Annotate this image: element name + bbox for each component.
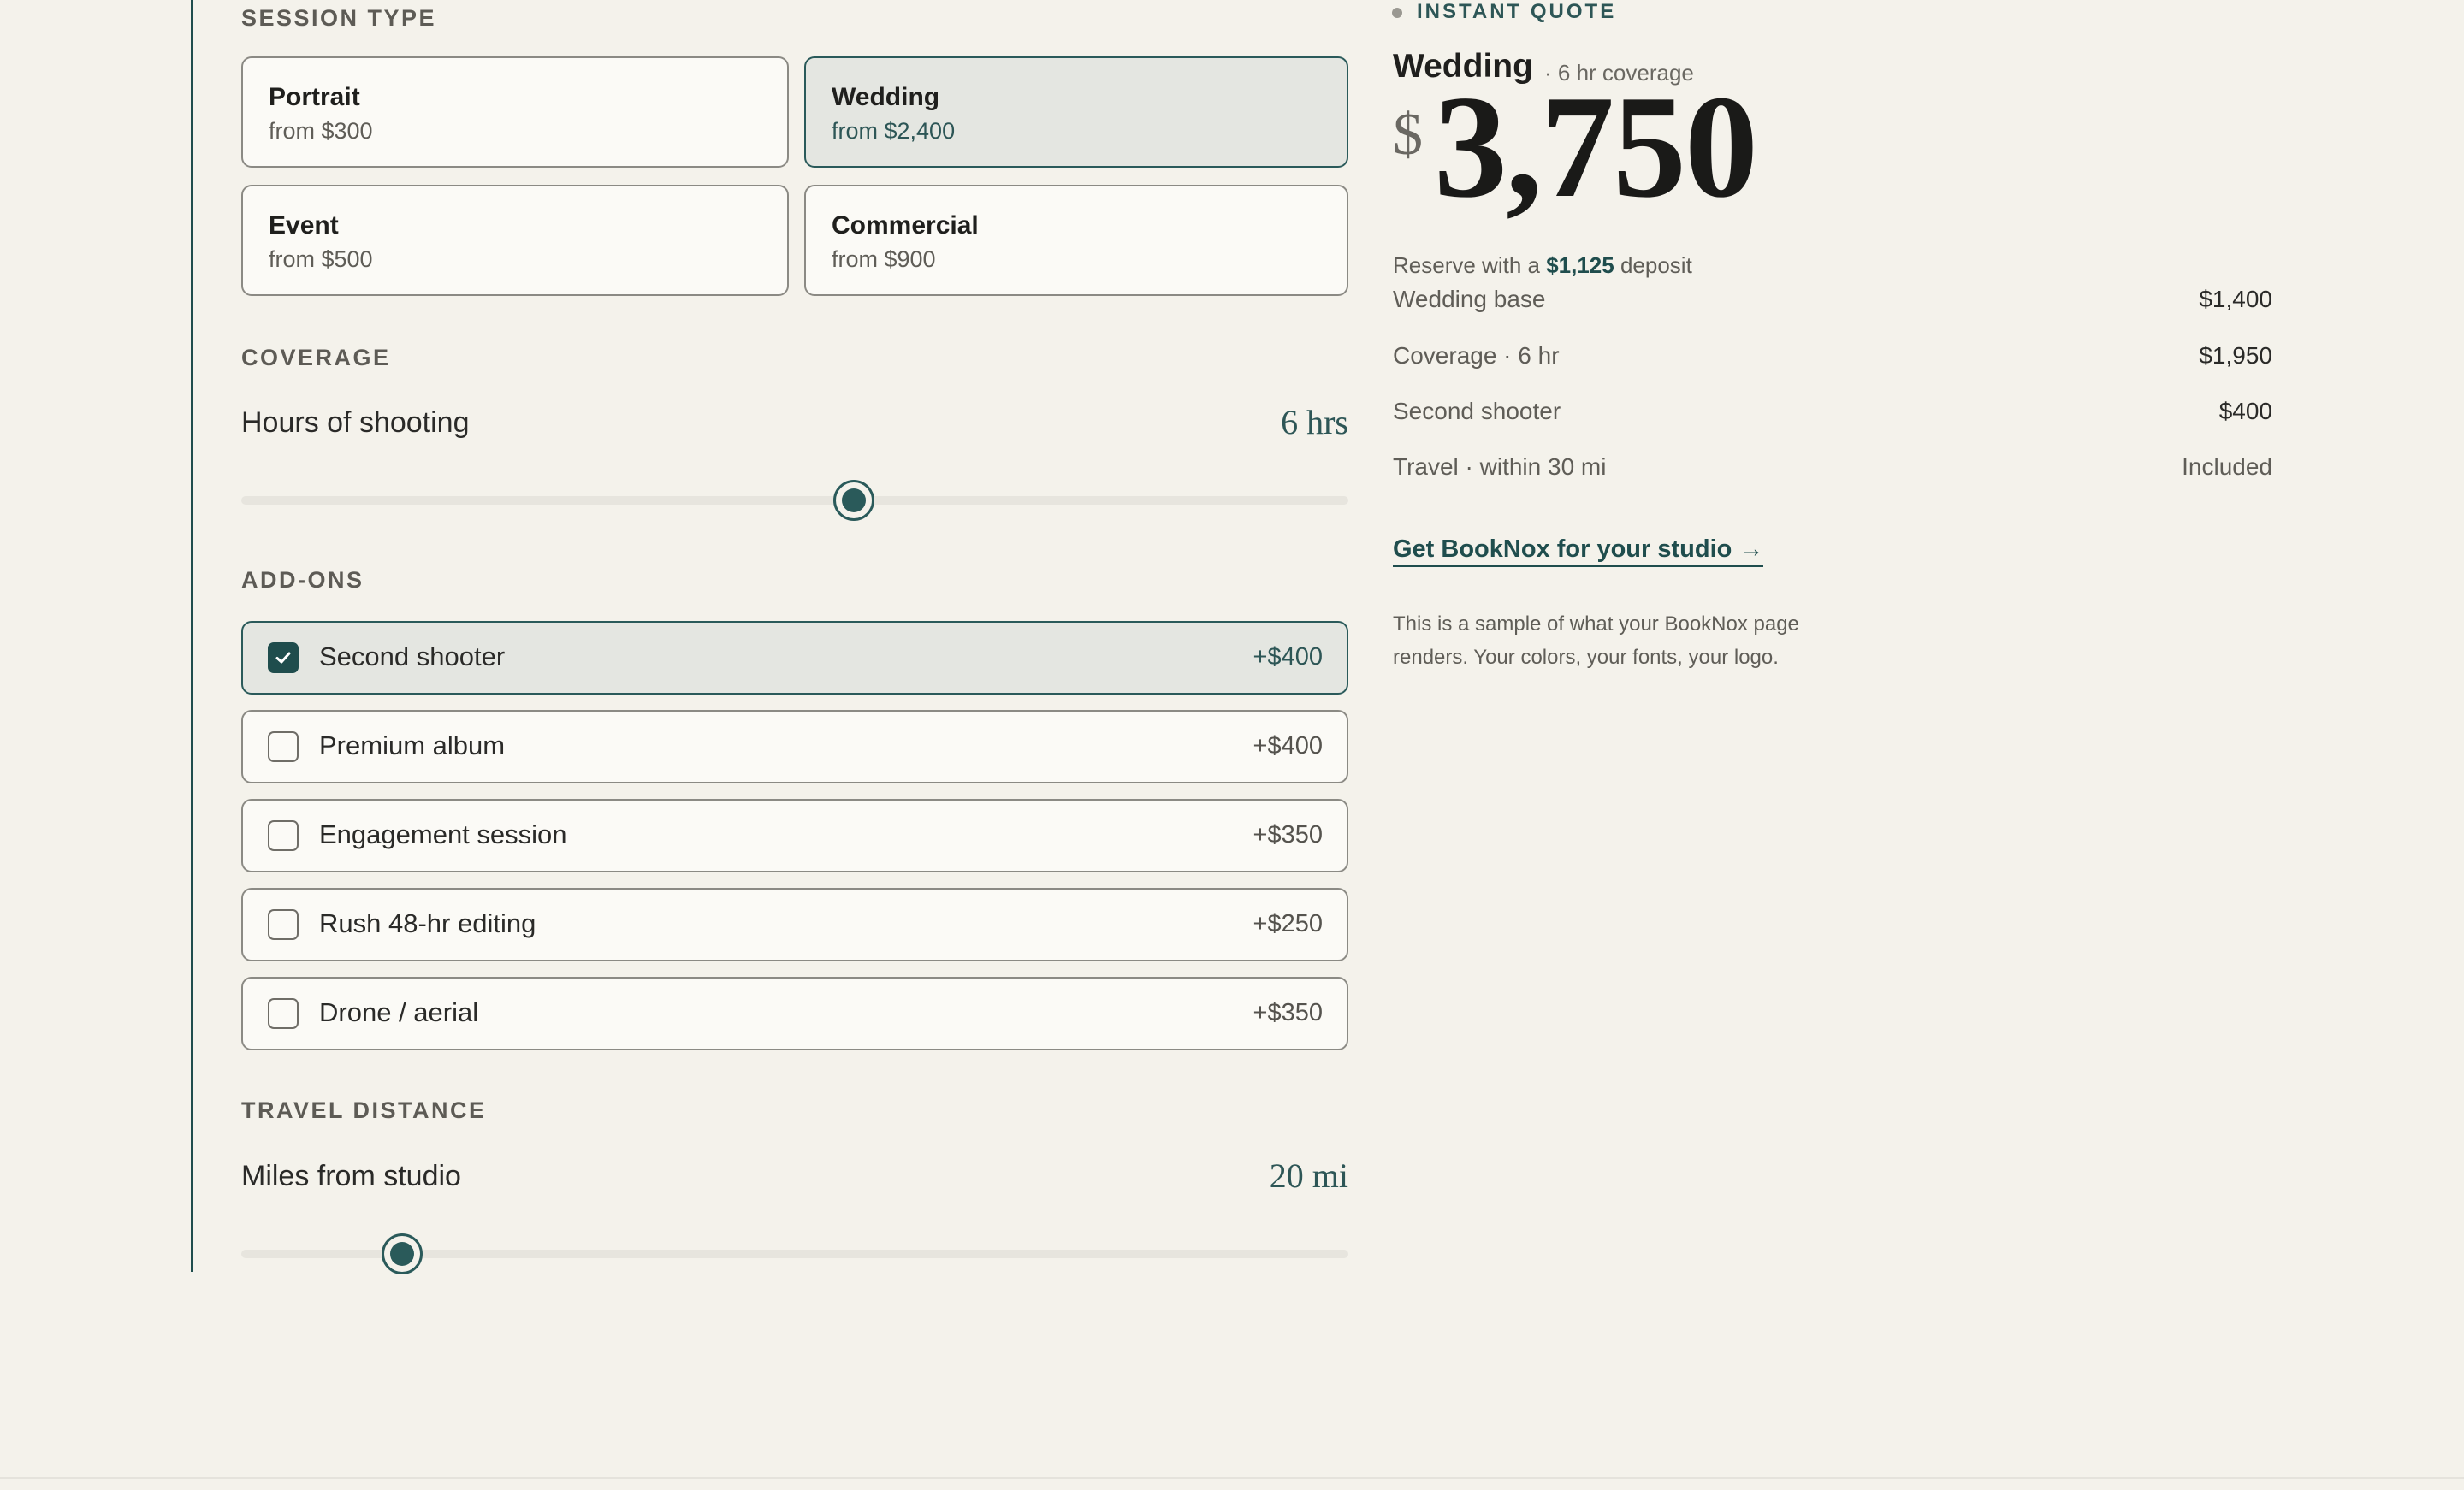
- line-item-label: Travel · within 30 mi: [1393, 453, 1607, 480]
- dot-icon: [1392, 8, 1402, 18]
- addon-checkbox[interactable]: [268, 820, 299, 851]
- session-option-price: from $900: [832, 246, 936, 272]
- line-item-value: $1,400: [2199, 286, 2272, 312]
- addon-name: Second shooter: [319, 642, 506, 671]
- addon-checkbox[interactable]: [268, 731, 299, 762]
- addon-checkbox[interactable]: [268, 642, 299, 673]
- addon-name: Rush 48-hr editing: [319, 908, 536, 938]
- travel-value: 20 mi: [1269, 1156, 1348, 1195]
- session-option-price: from $2,400: [832, 118, 956, 144]
- session-option-portrait[interactable]: Portrait from $300: [241, 56, 789, 168]
- addon-checkbox[interactable]: [268, 998, 299, 1029]
- line-item-label: Wedding base: [1393, 286, 1546, 312]
- coverage-heading: COVERAGE: [241, 345, 391, 370]
- quote-currency: $: [1393, 102, 1423, 168]
- session-option-title: Portrait: [269, 83, 360, 111]
- addon-checkbox[interactable]: [268, 909, 299, 940]
- session-option-event[interactable]: Event from $500: [241, 185, 789, 296]
- session-option-wedding[interactable]: Wedding from $2,400: [804, 56, 1348, 168]
- coverage-slider-track[interactable]: [241, 480, 1348, 521]
- session-option-title: Wedding: [832, 83, 940, 111]
- addon-price: +$400: [1253, 732, 1323, 760]
- line-item-label: Second shooter: [1393, 398, 1561, 424]
- line-item-value: $1,950: [2199, 342, 2272, 369]
- session-option-price: from $500: [269, 246, 373, 272]
- addon-second-shooter[interactable]: Second shooter +$400: [241, 621, 1348, 695]
- line-item-label: Coverage · 6 hr: [1393, 342, 1560, 369]
- addon-name: Drone / aerial: [319, 997, 479, 1027]
- session-option-commercial[interactable]: Commercial from $900: [804, 185, 1348, 296]
- addon-drone-aerial[interactable]: Drone / aerial +$350: [241, 977, 1348, 1050]
- coverage-slider-thumb[interactable]: [832, 480, 874, 521]
- section-divider: [191, 0, 193, 1272]
- addon-engagement-session[interactable]: Engagement session +$350: [241, 799, 1348, 872]
- check-icon: [275, 652, 291, 664]
- addon-price: +$350: [1253, 821, 1323, 848]
- coverage-value: 6 hrs: [1281, 403, 1348, 441]
- get-booknox-link[interactable]: Get BookNox for your studio →: [1393, 535, 1764, 567]
- session-type-heading: SESSION TYPE: [241, 5, 437, 31]
- session-option-price: from $300: [269, 118, 373, 144]
- addons-heading: ADD-ONS: [241, 567, 364, 593]
- deposit-amount: $1,125: [1546, 252, 1614, 278]
- session-option-title: Event: [269, 211, 339, 239]
- travel-heading: TRAVEL DISTANCE: [241, 1097, 487, 1123]
- quote-total: 3,750: [1434, 66, 1758, 228]
- instant-quote-label: INSTANT QUOTE: [1417, 0, 1617, 23]
- travel-row-label: Miles from studio: [241, 1160, 461, 1192]
- addon-price: +$400: [1253, 643, 1323, 671]
- travel-slider-track[interactable]: [241, 1233, 1348, 1274]
- addon-price: +$250: [1253, 910, 1323, 937]
- addon-name: Engagement session: [319, 819, 567, 849]
- addon-rush-editing[interactable]: Rush 48-hr editing +$250: [241, 888, 1348, 961]
- page-bottom-border: [0, 1477, 2464, 1479]
- addon-premium-album[interactable]: Premium album +$400: [241, 710, 1348, 783]
- sample-note: This is a sample of what your BookNox pa…: [1393, 612, 1799, 669]
- line-item-value: Included: [2182, 453, 2272, 480]
- line-item-value: $400: [2218, 398, 2272, 424]
- addon-name: Premium album: [319, 730, 506, 760]
- deposit-suffix: deposit: [1620, 252, 1692, 278]
- deposit-prefix: Reserve with a: [1393, 252, 1540, 278]
- addon-price: +$350: [1253, 999, 1323, 1026]
- deposit-note: Reserve with a $1,125 deposit: [1393, 252, 1692, 279]
- coverage-row-label: Hours of shooting: [241, 406, 470, 439]
- travel-slider-thumb[interactable]: [381, 1233, 423, 1274]
- session-option-title: Commercial: [832, 211, 979, 239]
